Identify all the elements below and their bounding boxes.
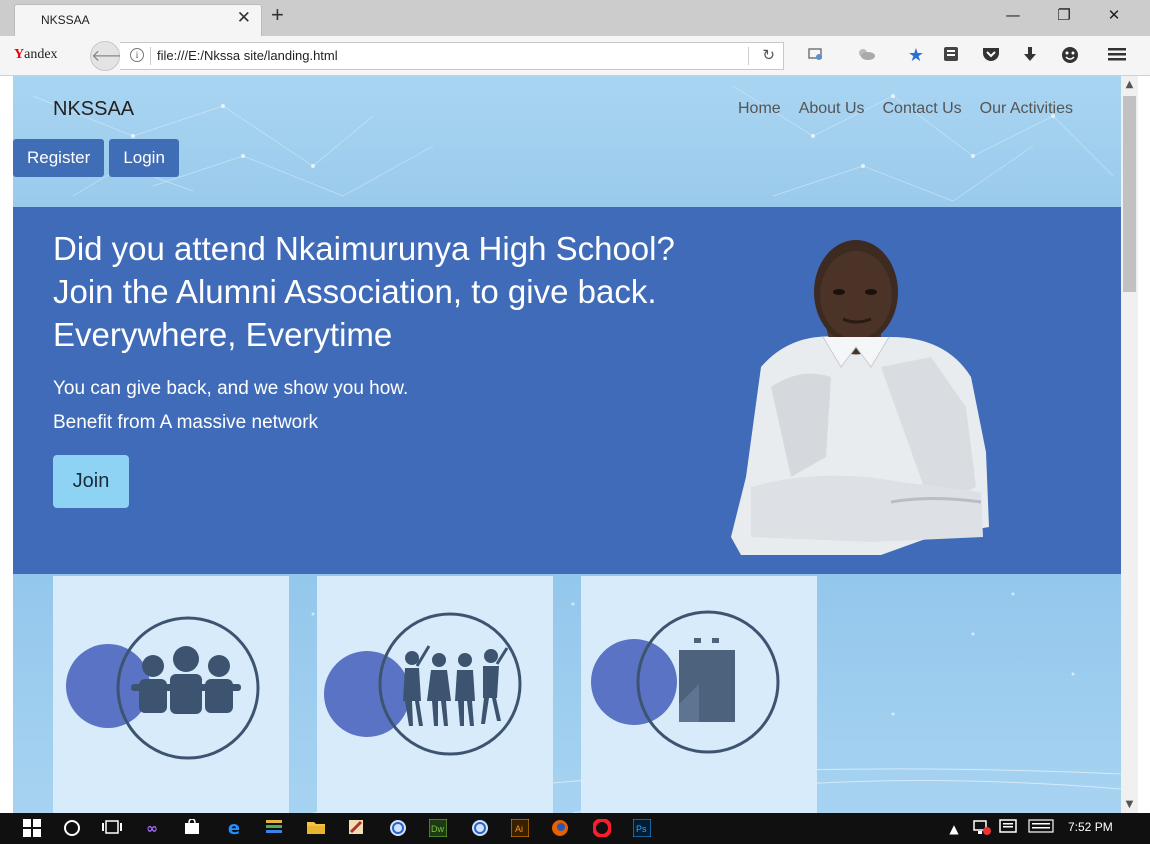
window-border (1138, 76, 1150, 813)
nav-link-contact[interactable]: Contact Us (883, 100, 962, 118)
site-nav: Home About Us Contact Us Our Activities (738, 100, 1073, 118)
weather-icon[interactable] (856, 46, 876, 66)
hero-headline-line: Everywhere, Everytime (53, 316, 393, 353)
browser-tab-bar: NKSSAA ✕ + — ❐ ✕ (0, 0, 1150, 36)
dreamweaver-icon[interactable]: Dw (428, 818, 448, 839)
celebrating-friends-icon (324, 612, 522, 756)
close-tab-icon[interactable]: ✕ (237, 10, 251, 27)
notification-icon[interactable] (998, 819, 1018, 839)
hero-subtext: Benefit from A massive network (53, 412, 319, 433)
feature-card[interactable] (581, 576, 817, 813)
info-icon[interactable]: i (130, 48, 144, 62)
back-arrow-icon[interactable]: 🡐 (90, 41, 134, 71)
feature-cards-section (13, 574, 1121, 813)
address-bar[interactable]: i file:///E:/Nkssa site/landing.html ↻ (120, 42, 784, 70)
vertical-scrollbar[interactable]: ▲ ▼ (1121, 76, 1138, 813)
download-icon[interactable] (1020, 46, 1040, 66)
login-button[interactable]: Login (109, 139, 179, 177)
scroll-up-icon[interactable]: ▲ (1121, 76, 1138, 93)
join-button[interactable]: Join (53, 455, 129, 508)
page-viewport: NKSSAA Home About Us Contact Us Our Acti… (13, 76, 1121, 813)
tab-title: NKSSAA (41, 13, 90, 27)
divider (150, 47, 151, 65)
svg-text:Dw: Dw (431, 824, 444, 834)
yandex-logo[interactable]: Yandex (14, 47, 58, 63)
svg-text:Ps: Ps (636, 824, 647, 834)
site-brand[interactable]: NKSSAA (53, 98, 134, 121)
browser-tab[interactable]: NKSSAA ✕ (14, 4, 262, 36)
reload-icon[interactable]: ↻ (762, 46, 775, 64)
auth-buttons: Register Login (13, 139, 179, 177)
itunes-icon[interactable] (388, 819, 408, 839)
windows-taskbar: ∞ e Dw Ai Ps ▲ 7:52 PM (0, 813, 1150, 844)
hero-subtext: You can give back, and we show you how. (53, 378, 409, 399)
task-view-icon[interactable] (102, 819, 122, 839)
hero-headline-line: Join the Alumni Association, to give bac… (53, 273, 657, 310)
group-hug-icon (66, 616, 260, 760)
emoji-icon[interactable] (1060, 46, 1080, 66)
screenshot-icon[interactable] (806, 46, 826, 66)
restore-icon[interactable]: ❐ (1049, 6, 1079, 24)
url-text[interactable]: file:///E:/Nkssa site/landing.html (157, 48, 338, 63)
app-stack-icon[interactable] (264, 819, 284, 839)
store-icon[interactable] (182, 818, 202, 839)
chevron-up-icon[interactable]: ▲ (944, 819, 964, 839)
minimize-icon[interactable]: — (998, 6, 1028, 24)
scroll-down-icon[interactable]: ▼ (1121, 796, 1138, 813)
browser-toolbar: Yandex 🡐 i file:///E:/Nkssa site/landing… (0, 36, 1150, 76)
feature-card[interactable] (317, 576, 553, 813)
nav-link-home[interactable]: Home (738, 100, 781, 118)
network-icon[interactable] (972, 819, 992, 839)
portrait-photo (731, 240, 989, 555)
paint-icon[interactable] (346, 819, 366, 839)
taskbar-clock[interactable]: 7:52 PM (1068, 820, 1113, 834)
edge-icon[interactable]: e (224, 819, 244, 839)
reading-list-icon[interactable] (941, 46, 961, 66)
register-button[interactable]: Register (13, 139, 105, 177)
divider (748, 47, 749, 65)
nav-link-about[interactable]: About Us (799, 100, 865, 118)
itunes-icon[interactable] (470, 819, 490, 839)
scroll-thumb[interactable] (1123, 96, 1136, 292)
menu-icon[interactable] (1107, 46, 1127, 66)
new-tab-icon[interactable]: + (271, 4, 284, 26)
opera-icon[interactable] (592, 818, 612, 839)
file-explorer-icon[interactable] (306, 819, 326, 839)
network-background (32, 85, 1114, 202)
pocket-icon[interactable] (981, 46, 1001, 66)
firefox-icon[interactable] (550, 819, 570, 839)
keyboard-icon[interactable] (1028, 819, 1054, 839)
svg-text:Ai: Ai (515, 824, 523, 834)
hero-section: Did you attend Nkaimurunya High School? … (13, 207, 1121, 574)
window-border (0, 76, 13, 813)
bookmark-star-icon[interactable]: ★ (906, 46, 926, 66)
hero-headline: Did you attend Nkaimurunya High School? … (53, 227, 773, 356)
site-header: NKSSAA Home About Us Contact Us Our Acti… (13, 76, 1121, 207)
close-window-icon[interactable]: ✕ (1099, 6, 1129, 24)
photoshop-icon[interactable]: Ps (632, 818, 652, 839)
windows-start-icon[interactable] (22, 819, 42, 839)
feature-card[interactable] (53, 576, 289, 813)
search-icon[interactable] (62, 819, 82, 839)
hero-headline-line: Did you attend Nkaimurunya High School? (53, 230, 675, 267)
illustrator-icon[interactable]: Ai (510, 818, 530, 839)
infinity-app-icon[interactable]: ∞ (142, 819, 162, 839)
nav-link-activities[interactable]: Our Activities (980, 100, 1073, 118)
clipboard-icon (591, 610, 780, 754)
